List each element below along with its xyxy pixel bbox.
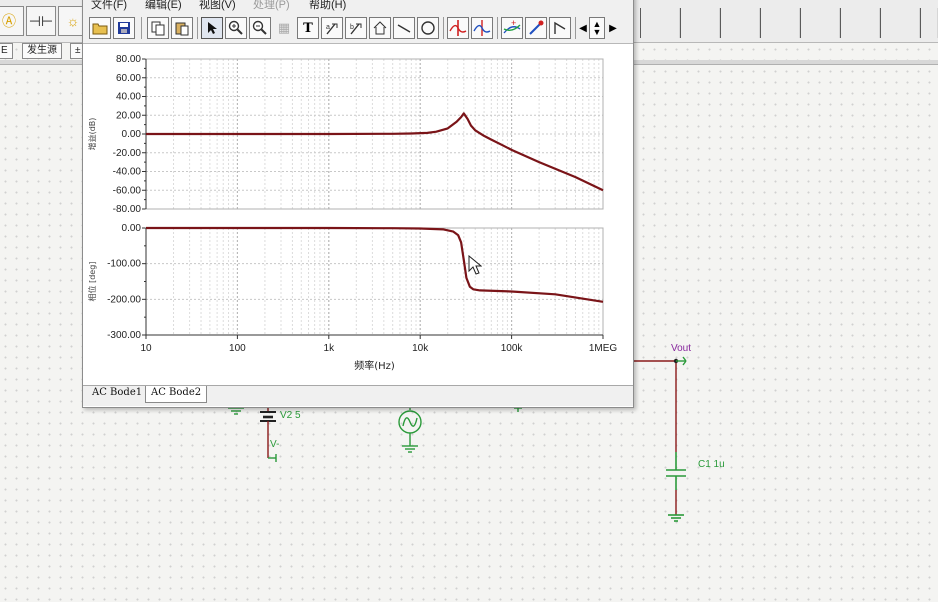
y-tick-label: -80.00 [113, 204, 142, 215]
y-tick-label: 0.00 [122, 129, 142, 140]
flag-icon[interactable] [549, 17, 571, 39]
toolbar-slot[interactable] [880, 8, 920, 38]
menu-bar: 文件(F) 编辑(E) 视图(V) 处理(P) 帮助(H) [83, 0, 633, 11]
toolbar-slot[interactable] [640, 8, 680, 38]
bode-charts[interactable]: 80.00 60.00 40.00 20.00 0.00 -20.00 -40.00 -60.… [83, 44, 631, 378]
toolbar-slot[interactable] [920, 8, 938, 38]
paste-icon[interactable] [171, 17, 193, 39]
grid-icon[interactable]: ▦ [273, 17, 295, 39]
tab-ac-bode2[interactable]: AC Bode2 [145, 386, 208, 403]
pointer-icon[interactable] [201, 17, 223, 39]
component-tab-source[interactable]: 发生源 [22, 43, 62, 59]
save-icon[interactable] [113, 17, 135, 39]
open-folder-icon[interactable] [89, 17, 111, 39]
line-icon[interactable] [393, 17, 415, 39]
bode-toolbar: ▦ T a b + ◀ ▲ ▼ ▶ [83, 11, 633, 44]
bode-plot-area: 80.00 60.00 40.00 20.00 0.00 -20.00 -40.00 -60.… [83, 44, 631, 378]
y-tick-label: 0.00 [122, 223, 142, 234]
ammeter-icon[interactable]: Ⓐ [0, 6, 24, 36]
series-line [146, 112, 604, 192]
ground-symbol [228, 407, 244, 415]
crosshair-red-icon[interactable] [447, 17, 469, 39]
series-line [146, 226, 604, 303]
component-label-v2: V2 5 [280, 410, 301, 421]
output-wire [631, 360, 677, 515]
y-tick-label: -20.00 [113, 148, 142, 159]
y-tick-label: 80.00 [116, 54, 141, 65]
probe-icon[interactable] [525, 17, 547, 39]
y-tick-label: -200.00 [107, 294, 141, 305]
x-tick-label: 10 [140, 343, 152, 354]
x-axis-label: 频率(Hz) [354, 359, 395, 372]
copy-icon[interactable] [147, 17, 169, 39]
house-icon[interactable] [369, 17, 391, 39]
component-tab[interactable]: E [0, 43, 13, 59]
cursor-a-icon[interactable]: a [321, 17, 343, 39]
zoom-in-icon[interactable] [225, 17, 247, 39]
plot-frame [145, 227, 604, 336]
crosshair-blue-icon[interactable] [471, 17, 493, 39]
curve-plus-icon[interactable]: + [501, 17, 523, 39]
battery-v2-symbol [260, 404, 277, 462]
component-label-vminus: V- [270, 439, 280, 450]
scroll-left-icon[interactable]: ◀ [577, 17, 589, 39]
y-tick-label: -300.00 [107, 330, 141, 341]
zoom-out-icon[interactable] [249, 17, 271, 39]
toolbar-slot[interactable] [840, 8, 880, 38]
text-icon[interactable]: T [297, 17, 319, 39]
component-label-c1: C1 1u [698, 459, 725, 470]
svg-text:a: a [326, 24, 330, 31]
tab-ac-bode1[interactable]: AC Bode1 [87, 386, 147, 403]
x-tick-label: 1k [324, 343, 336, 354]
toolbar-slot[interactable] [720, 8, 760, 38]
y-tick-label: -60.00 [113, 185, 142, 196]
x-tick-label: 100 [229, 343, 246, 354]
plot-tabs: AC Bode1 AC Bode2 [83, 385, 633, 406]
toolbar-slot[interactable] [680, 8, 720, 38]
y-axis-label: 相位 [deg] [87, 262, 97, 302]
circle-icon[interactable] [417, 17, 439, 39]
capacitor-c1-symbol [666, 452, 686, 522]
y-tick-label: -100.00 [107, 259, 141, 270]
bode-plot-window[interactable]: 文件(F) 编辑(E) 视图(V) 处理(P) 帮助(H) ▦ T a b + … [82, 0, 634, 408]
battery-icon[interactable]: ⊣⊢ [26, 6, 56, 36]
cursor-b-icon[interactable]: b [345, 17, 367, 39]
scroll-right-icon[interactable]: ▶ [607, 17, 619, 39]
x-tick-label: 10k [412, 343, 429, 354]
y-tick-label: -40.00 [113, 167, 142, 178]
svg-text:b: b [350, 24, 354, 31]
svg-text:+: + [511, 19, 516, 28]
ac-source-symbol [398, 404, 422, 453]
y-tick-label: 40.00 [116, 92, 141, 103]
mouse-cursor-icon [468, 255, 482, 275]
toolbar-slot[interactable] [800, 8, 840, 38]
scroll-updown-icon[interactable]: ▲ ▼ [589, 17, 605, 39]
net-label-vout: Vout [671, 343, 692, 354]
toolbar-slot[interactable] [760, 8, 800, 38]
y-tick-label: 60.00 [116, 73, 141, 84]
x-tick-label: 100k [501, 343, 524, 354]
x-tick-label: 1MEG [589, 343, 618, 354]
y-tick-label: 20.00 [116, 110, 141, 121]
y-axis-label: 增益(dB) [87, 118, 97, 151]
